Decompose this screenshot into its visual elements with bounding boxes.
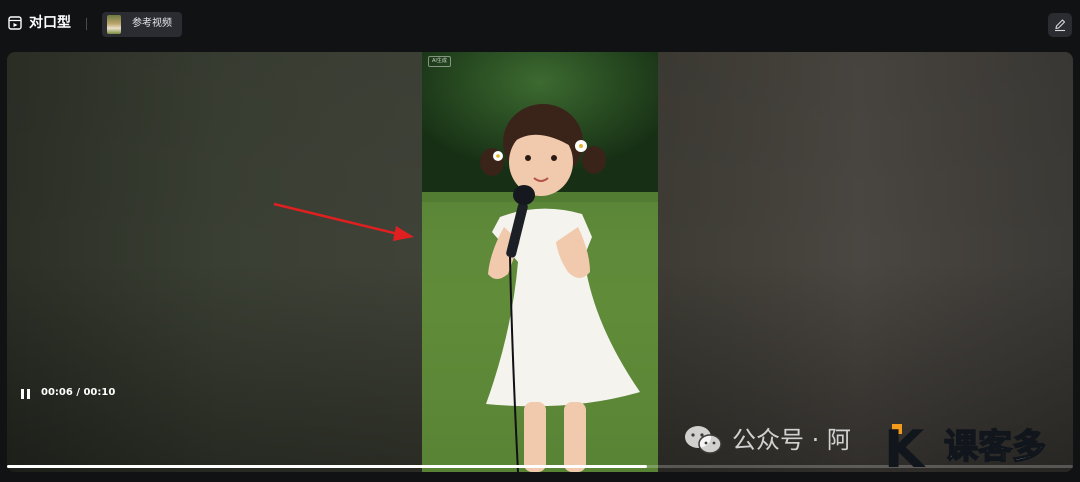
reference-video-thumbnail	[107, 15, 121, 34]
header-divider	[86, 18, 87, 30]
pencil-icon	[1055, 19, 1066, 32]
watermark-text: 公众号 · 阿	[732, 426, 851, 454]
video-clip-icon	[8, 16, 22, 30]
annotation-arrow	[273, 202, 414, 241]
video-frame-image	[422, 52, 658, 472]
pause-icon[interactable]	[20, 387, 32, 401]
reference-video-label: 参考视频	[132, 18, 172, 29]
video-player[interactable]: AI生成	[7, 52, 1073, 472]
top-bar: 对口型 参考视频	[0, 0, 1080, 50]
logo-text: 课客多	[943, 426, 1047, 468]
logo-letter: K	[884, 420, 925, 480]
reference-video-button[interactable]: 参考视频	[102, 12, 182, 37]
ai-generated-badge: AI生成	[428, 56, 451, 67]
time-display: 00:06 / 00:10	[41, 387, 116, 398]
edit-button[interactable]	[1048, 13, 1072, 37]
wechat-icon	[685, 426, 722, 454]
video-frame[interactable]: AI生成	[422, 52, 658, 472]
watermark-logo: K 课客多	[884, 422, 1074, 478]
progress-fill	[7, 465, 647, 468]
page-title: 对口型	[29, 15, 71, 31]
